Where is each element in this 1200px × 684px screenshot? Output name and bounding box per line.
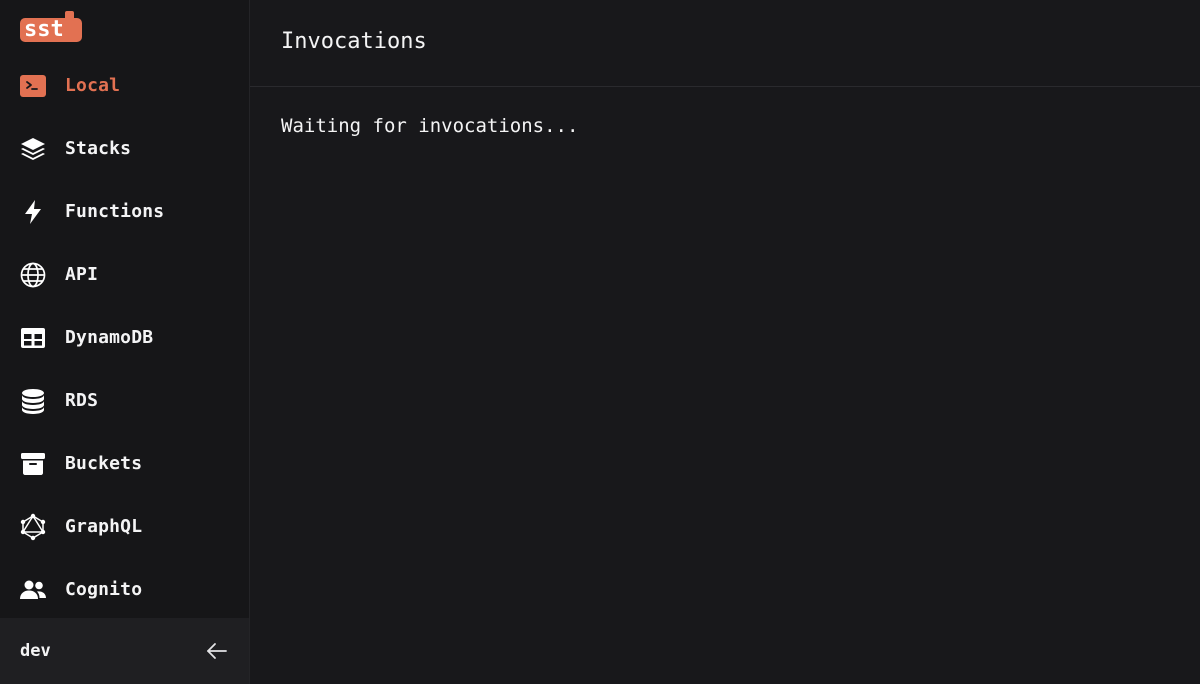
- empty-state-message: Waiting for invocations...: [281, 115, 579, 137]
- sidebar-item-functions[interactable]: Functions: [0, 180, 249, 243]
- sidebar-item-label: API: [65, 264, 99, 285]
- sidebar-item-local[interactable]: Local: [0, 54, 249, 117]
- sidebar-item-api[interactable]: API: [0, 243, 249, 306]
- lightning-icon: [19, 198, 47, 226]
- sidebar-item-label: Stacks: [65, 138, 132, 159]
- invocations-panel: Waiting for invocations...: [250, 87, 1200, 165]
- sidebar-item-label: RDS: [65, 390, 99, 411]
- page-title: Invocations: [281, 28, 427, 54]
- arrow-left-icon[interactable]: [205, 639, 229, 663]
- sidebar-item-stacks[interactable]: Stacks: [0, 117, 249, 180]
- sidebar-item-label: DynamoDB: [65, 327, 154, 348]
- sidebar-item-label: GraphQL: [65, 516, 143, 537]
- layers-icon: [19, 135, 47, 163]
- sidebar-item-dynamodb[interactable]: DynamoDB: [0, 306, 249, 369]
- terminal-icon: [19, 72, 47, 100]
- sidebar-nav: Local Stacks Functions API DynamoDB RDS …: [0, 54, 249, 621]
- sidebar-item-label: Cognito: [65, 579, 143, 600]
- graphql-icon: [19, 513, 47, 541]
- logo-text: sst: [24, 17, 64, 42]
- users-icon: [19, 576, 47, 604]
- sidebar-item-label: Buckets: [65, 453, 143, 474]
- sidebar-item-buckets[interactable]: Buckets: [0, 432, 249, 495]
- main-panel: Invocations Waiting for invocations...: [250, 0, 1200, 684]
- stage-footer: dev: [0, 618, 249, 684]
- sidebar-item-cognito[interactable]: Cognito: [0, 558, 249, 621]
- sst-logo[interactable]: sst: [20, 10, 84, 44]
- page-header: Invocations: [250, 0, 1200, 87]
- sidebar-item-label: Local: [65, 75, 121, 96]
- database-icon: [19, 387, 47, 415]
- globe-icon: [19, 261, 47, 289]
- archive-icon: [19, 450, 47, 478]
- sidebar: sst Local Stacks Functions API DynamoDB …: [0, 0, 250, 684]
- stage-name: dev: [20, 641, 51, 661]
- sidebar-item-label: Functions: [65, 201, 165, 222]
- sidebar-item-rds[interactable]: RDS: [0, 369, 249, 432]
- sidebar-item-graphql[interactable]: GraphQL: [0, 495, 249, 558]
- app-window: sst Local Stacks Functions API DynamoDB …: [0, 0, 1200, 684]
- table-icon: [19, 324, 47, 352]
